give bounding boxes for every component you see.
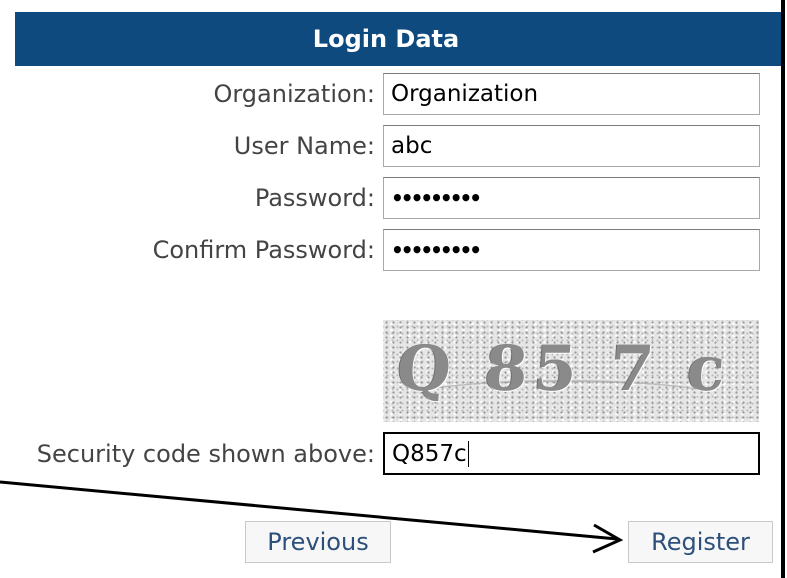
annotation-arrow: [0, 480, 624, 554]
arrow-line: [0, 480, 618, 541]
